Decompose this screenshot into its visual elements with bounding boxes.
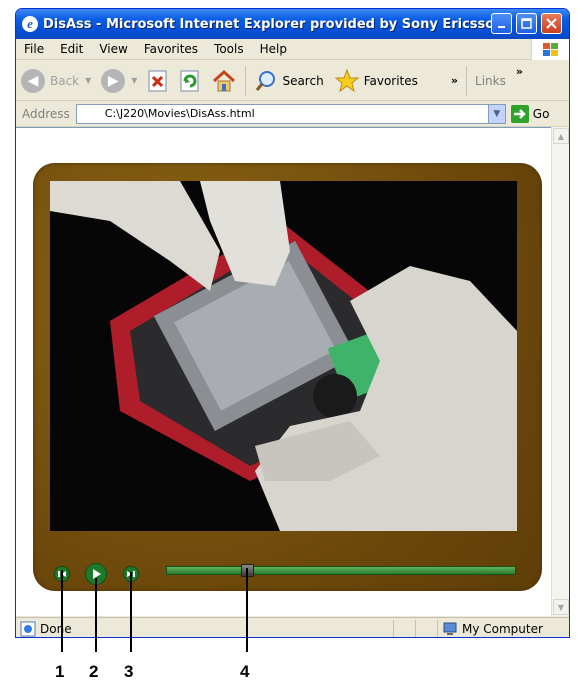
page-done-icon bbox=[20, 621, 36, 636]
status-text: Done bbox=[40, 621, 72, 636]
callout-line-1 bbox=[61, 570, 63, 652]
home-icon bbox=[213, 69, 236, 91]
links-label[interactable]: Links bbox=[475, 74, 506, 88]
favorites-star-icon bbox=[334, 68, 360, 92]
forward-button[interactable]: ▶ ▼ bbox=[96, 64, 142, 98]
my-computer-icon bbox=[443, 622, 457, 635]
address-dropdown-icon[interactable]: ▼ bbox=[487, 104, 505, 123]
callout-line-3 bbox=[130, 572, 132, 652]
back-label: Back bbox=[50, 73, 80, 88]
forward-arrow-icon: ▶ bbox=[101, 68, 126, 93]
status-bar: Done My Computer bbox=[16, 617, 569, 638]
close-icon bbox=[546, 18, 557, 29]
back-dropdown-icon[interactable]: ▼ bbox=[85, 76, 91, 85]
video-area[interactable] bbox=[50, 181, 517, 531]
favorites-label: Favorites bbox=[363, 73, 418, 88]
search-label: Search bbox=[282, 73, 324, 88]
address-input[interactable]: C:\J220\Movies\DisAss.html ▼ bbox=[75, 103, 506, 124]
stop-button[interactable] bbox=[142, 64, 174, 98]
zone-cell: My Computer bbox=[438, 620, 553, 638]
back-arrow-icon: ◀ bbox=[21, 68, 45, 93]
menu-view[interactable]: View bbox=[91, 42, 135, 56]
minimize-icon bbox=[497, 25, 505, 28]
links-chevron[interactable]: » bbox=[516, 65, 523, 78]
home-button[interactable] bbox=[206, 64, 242, 98]
forward-dropdown-icon[interactable]: ▼ bbox=[131, 76, 137, 85]
menu-help[interactable]: Help bbox=[252, 42, 295, 56]
menu-file[interactable]: File bbox=[16, 42, 52, 56]
refresh-icon bbox=[180, 70, 199, 91]
favorites-button[interactable]: Favorites bbox=[329, 64, 423, 98]
ie-logo-icon: e bbox=[22, 16, 38, 32]
callout-line-2 bbox=[95, 578, 97, 652]
status-cell bbox=[416, 619, 438, 637]
refresh-button[interactable] bbox=[174, 64, 206, 98]
standard-toolbar: ◀ Back ▼ ▶ ▼ Search Favorites » Links » bbox=[16, 61, 569, 101]
menu-edit[interactable]: Edit bbox=[52, 42, 91, 56]
zone-text: My Computer bbox=[462, 621, 543, 636]
minimize-button[interactable] bbox=[491, 13, 512, 34]
close-button[interactable] bbox=[541, 13, 562, 34]
callout-label-4: 4 bbox=[240, 662, 250, 681]
stop-icon bbox=[148, 70, 167, 91]
callout-label-1: 1 bbox=[55, 662, 65, 681]
status-cell bbox=[394, 619, 416, 637]
go-button[interactable]: Go bbox=[510, 104, 550, 123]
maximize-icon bbox=[521, 18, 532, 29]
callout-label-2: 2 bbox=[89, 662, 99, 681]
video-frame-image bbox=[50, 181, 517, 531]
menu-favorites[interactable]: Favorites bbox=[136, 42, 206, 56]
callout-label-3: 3 bbox=[124, 662, 134, 681]
browser-window: e DisAss - Microsoft Internet Explorer p… bbox=[15, 8, 570, 638]
back-button[interactable]: ◀ Back ▼ bbox=[16, 64, 96, 98]
status-cell: Done bbox=[16, 619, 394, 637]
title-bar: e DisAss - Microsoft Internet Explorer p… bbox=[16, 9, 569, 39]
scroll-down-icon[interactable]: ▼ bbox=[553, 599, 569, 615]
window-title: DisAss - Microsoft Internet Explorer pro… bbox=[43, 16, 498, 32]
menu-tools[interactable]: Tools bbox=[206, 42, 252, 56]
scroll-up-icon[interactable]: ▲ bbox=[553, 128, 569, 144]
search-button[interactable]: Search bbox=[249, 64, 328, 98]
maximize-button[interactable] bbox=[516, 13, 537, 34]
address-label: Address bbox=[22, 106, 70, 121]
seek-bar[interactable] bbox=[166, 566, 516, 575]
go-label: Go bbox=[532, 106, 550, 121]
vertical-scrollbar[interactable]: ▲ ▼ bbox=[551, 127, 569, 616]
go-arrow-icon bbox=[510, 104, 529, 123]
menu-bar: File Edit View Favorites Tools Help bbox=[16, 39, 569, 60]
address-bar: Address C:\J220\Movies\DisAss.html ▼ Go bbox=[16, 101, 569, 127]
search-icon bbox=[256, 70, 276, 91]
address-url: C:\J220\Movies\DisAss.html bbox=[104, 107, 255, 120]
toolbar-separator bbox=[245, 65, 247, 96]
windows-flag-icon bbox=[531, 39, 569, 60]
toolbar-chevron[interactable]: » bbox=[451, 74, 458, 87]
callout-line-4 bbox=[246, 568, 248, 652]
toolbar-separator bbox=[466, 65, 468, 96]
